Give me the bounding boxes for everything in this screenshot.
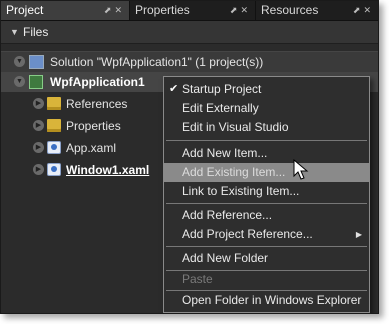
menu-separator [166, 246, 367, 247]
menu-item-add-new-item[interactable]: Add New Item... [164, 144, 369, 163]
pin-icon[interactable]: ⬈ [230, 5, 241, 15]
menu-item-open-folder-in-windows-explorer[interactable]: Open Folder in Windows Explorer [164, 291, 369, 310]
tab-project[interactable]: Project ⬈✕ [1, 1, 130, 20]
menu-item-label: Edit in Visual Studio [182, 120, 289, 134]
close-icon[interactable]: ✕ [363, 5, 374, 15]
solution-icon [29, 55, 44, 69]
collapse-triangle-icon[interactable]: ▼ [10, 21, 19, 43]
tab-resources[interactable]: Resources ⬈✕ [256, 1, 378, 20]
folder-icon [47, 97, 61, 110]
tree-item-label: References [66, 97, 128, 111]
pin-icon[interactable]: ⬈ [104, 5, 115, 15]
tab-properties-label: Properties [135, 3, 190, 17]
menu-item-label: Add Reference... [182, 208, 273, 222]
menu-item-add-new-folder[interactable]: Add New Folder [164, 249, 369, 268]
expand-toggle-icon[interactable]: ▶ [33, 120, 44, 131]
menu-item-label: Edit Externally [182, 101, 259, 115]
menu-item-edit-in-visual-studio[interactable]: Edit in Visual Studio [164, 118, 369, 137]
pin-icon[interactable]: ⬈ [353, 5, 364, 15]
menu-item-add-project-reference[interactable]: Add Project Reference... ▶ [164, 225, 369, 244]
menu-item-edit-externally[interactable]: Edit Externally [164, 99, 369, 118]
tab-project-controls[interactable]: ⬈✕ [104, 1, 125, 20]
project-label: WpfApplication1 [50, 75, 145, 89]
folder-icon [47, 119, 61, 132]
menu-separator [166, 140, 367, 141]
menu-item-paste[interactable]: Paste [164, 270, 369, 289]
tree-row-solution[interactable]: ▼ Solution "WpfApplication1" (1 project(… [1, 51, 378, 73]
expand-toggle-icon[interactable]: ▶ [33, 164, 44, 175]
project-icon [29, 75, 43, 89]
menu-separator [166, 203, 367, 204]
expand-toggle-icon[interactable]: ▶ [33, 98, 44, 109]
xaml-file-icon [47, 141, 61, 154]
menu-item-label: Startup Project [182, 82, 262, 96]
collapse-toggle-icon[interactable]: ▼ [14, 76, 25, 87]
tab-properties[interactable]: Properties ⬈✕ [130, 1, 256, 20]
menu-item-label: Add New Folder [182, 251, 269, 265]
project-panel-window: Project ⬈✕ Properties ⬈✕ Resources ⬈✕ ▼ … [0, 0, 379, 314]
files-section-header[interactable]: ▼ Files [1, 21, 378, 44]
close-icon[interactable]: ✕ [114, 5, 125, 15]
context-menu: ✔ Startup Project Edit Externally Edit i… [163, 76, 370, 313]
close-icon[interactable]: ✕ [240, 5, 251, 15]
mouse-cursor-icon [293, 159, 309, 180]
menu-item-label: Paste [182, 272, 213, 286]
menu-item-label: Link to Existing Item... [182, 184, 300, 198]
expand-toggle-icon[interactable]: ▶ [33, 142, 44, 153]
solution-label: Solution "WpfApplication1" (1 project(s)… [50, 55, 264, 69]
menu-item-link-to-existing-item[interactable]: Link to Existing Item... [164, 182, 369, 201]
menu-item-label: Open Folder in Windows Explorer [182, 293, 362, 307]
menu-item-add-reference[interactable]: Add Reference... [164, 206, 369, 225]
panel-tab-bar: Project ⬈✕ Properties ⬈✕ Resources ⬈✕ [1, 1, 378, 21]
tab-resources-controls[interactable]: ⬈✕ [353, 1, 374, 20]
menu-item-add-existing-item[interactable]: Add Existing Item... [164, 163, 369, 182]
tab-project-label: Project [6, 3, 44, 17]
tree-item-label: Window1.xaml [66, 163, 150, 177]
checkmark-icon: ✔ [169, 83, 179, 95]
tab-properties-controls[interactable]: ⬈✕ [230, 1, 251, 20]
submenu-arrow-icon: ▶ [355, 230, 362, 239]
files-header-label: Files [23, 25, 49, 39]
menu-item-label: Add New Item... [182, 146, 268, 160]
xaml-file-icon [47, 163, 61, 176]
menu-item-startup-project[interactable]: ✔ Startup Project [164, 80, 369, 99]
collapse-toggle-icon[interactable]: ▼ [14, 56, 25, 67]
menu-item-label: Add Existing Item... [182, 165, 286, 179]
tree-item-label: Properties [66, 119, 121, 133]
tab-resources-label: Resources [261, 3, 319, 17]
menu-item-label: Add Project Reference... [182, 227, 313, 241]
tree-item-label: App.xaml [66, 141, 117, 155]
